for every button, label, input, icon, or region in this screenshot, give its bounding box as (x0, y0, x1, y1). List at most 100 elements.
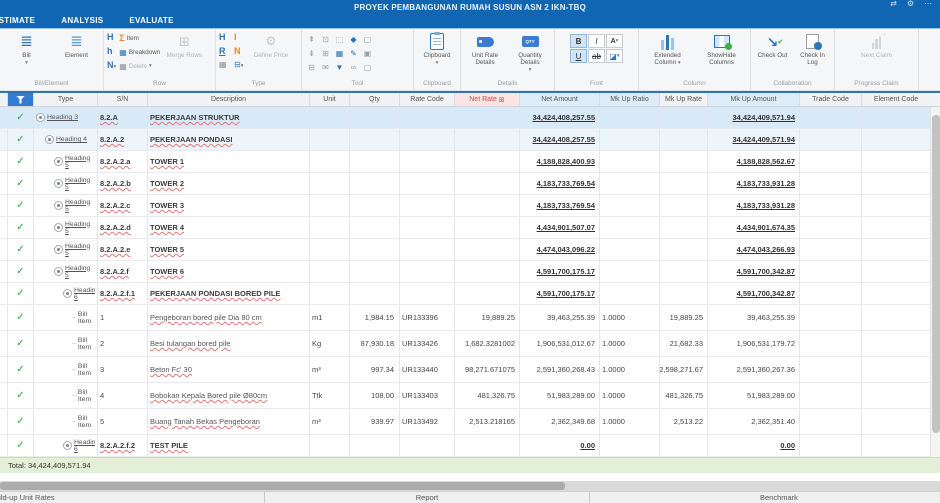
qty-cell[interactable] (350, 151, 400, 172)
net-amount-cell[interactable]: 51,983,289.00 (520, 383, 600, 408)
element-code-cell[interactable] (862, 283, 930, 304)
sn-cell[interactable]: 8.2.A.2.c (98, 195, 148, 216)
expand-icon[interactable] (63, 289, 72, 298)
table-row[interactable]: ✓ ‒ Bill Item 4 Bobokan Kepala Bored pil… (0, 383, 940, 409)
mkup-rate-cell[interactable] (660, 239, 708, 260)
qty-cell[interactable] (350, 173, 400, 194)
mkup-rate-cell[interactable] (660, 217, 708, 238)
net-amount-cell[interactable]: 4,591,700,175.17 (520, 261, 600, 282)
breakdown-button[interactable]: ▦Breakdown (119, 46, 160, 58)
trade-code-cell[interactable] (800, 331, 862, 356)
qty-cell[interactable]: 108.00 (350, 383, 400, 408)
mkup-rate-cell[interactable] (660, 261, 708, 282)
define-price-button[interactable]: ⚙ Define Price (251, 32, 291, 59)
unit-rate-details-button[interactable]: Unit Rate Details (464, 32, 506, 66)
sn-cell[interactable]: 8.2.A.2.b (98, 173, 148, 194)
unit-cell[interactable] (310, 173, 350, 194)
tool-box1-icon[interactable]: ⊡ (319, 33, 332, 46)
mkup-rate-cell[interactable] (660, 195, 708, 216)
mkup-rate-cell[interactable] (660, 107, 708, 128)
mkup-ratio-cell[interactable]: 1.0000 (600, 357, 660, 382)
next-claim-button[interactable]: Next Claim (856, 32, 898, 59)
type-cell[interactable]: ‒ Bill Item (34, 305, 98, 330)
expand-icon[interactable] (54, 179, 63, 188)
unit-cell[interactable] (310, 261, 350, 282)
net-rate-cell[interactable] (455, 283, 520, 304)
table-row[interactable]: ✓ ‒ Heading 5 8.2.A.2.b TOWER 2 4,183,73… (0, 173, 940, 195)
unit-cell[interactable]: Kg (310, 331, 350, 356)
type-cell[interactable]: ‒ Heading 5 (34, 261, 98, 282)
type-cell[interactable]: ‒ Heading 5 (34, 151, 98, 172)
mkup-ratio-cell[interactable] (600, 217, 660, 238)
sn-cell[interactable]: 1 (98, 305, 148, 330)
bill-button[interactable]: ≣ Bill▾ (6, 32, 48, 67)
description-cell[interactable]: TOWER 5 (148, 239, 310, 260)
mkup-amount-cell[interactable]: 2,362,351.40 (708, 409, 800, 434)
mkup-amount-cell[interactable]: 51,983,289.00 (708, 383, 800, 408)
qty-cell[interactable]: 87,930.18 (350, 331, 400, 356)
sn-cell[interactable]: 8.2.A.2.a (98, 151, 148, 172)
tab-benchmark[interactable]: Benchmark (590, 492, 940, 503)
sn-cell[interactable]: 8.2.A.2 (98, 129, 148, 150)
mkup-amount-cell[interactable]: 1,906,531,179.72 (708, 331, 800, 356)
type-window-icon[interactable]: ⊟▾ (234, 60, 248, 73)
row-check-cell[interactable]: ✓ (8, 383, 34, 408)
qty-cell[interactable] (350, 239, 400, 260)
mkup-amount-cell[interactable]: 39,463,255.39 (708, 305, 800, 330)
settings-icon[interactable]: ⚙ (907, 0, 914, 8)
unit-cell[interactable] (310, 435, 350, 456)
type-grid-icon[interactable]: ▦ (219, 60, 233, 73)
type-cell[interactable]: ‒ Bill Item (34, 409, 98, 434)
qty-cell[interactable] (350, 435, 400, 456)
unit-cell[interactable] (310, 107, 350, 128)
column-header-net-rate[interactable]: Net Rate⊞ (455, 93, 520, 106)
mkup-ratio-cell[interactable] (600, 435, 660, 456)
net-amount-cell[interactable]: 4,591,700,175.17 (520, 283, 600, 304)
description-cell[interactable]: TOWER 2 (148, 173, 310, 194)
rate-code-cell[interactable] (400, 195, 455, 216)
tool-box4-icon[interactable]: ⊞ (319, 47, 332, 60)
expand-icon[interactable] (45, 135, 54, 144)
net-amount-cell[interactable]: 4,183,733,769.54 (520, 173, 600, 194)
net-rate-cell[interactable]: 1,682.3281002 (455, 331, 520, 356)
rate-code-cell[interactable]: UR133440 (400, 357, 455, 382)
description-cell[interactable]: TOWER 6 (148, 261, 310, 282)
sn-cell[interactable]: 8.2.A.2.f (98, 261, 148, 282)
expand-icon[interactable] (63, 441, 72, 450)
column-header-trade-code[interactable]: Trade Code (800, 93, 862, 106)
merge-rows-button[interactable]: ⊞ Merge Rows (163, 32, 205, 59)
sn-cell[interactable]: 2 (98, 331, 148, 356)
rate-code-cell[interactable]: UR133492 (400, 409, 455, 434)
type-n-button[interactable]: N (234, 46, 248, 59)
delete-button[interactable]: ▦Delete▾ (119, 60, 160, 72)
row-h2-button[interactable]: h (107, 46, 116, 56)
vertical-scrollbar[interactable] (930, 107, 940, 457)
description-cell[interactable]: TEST PILE (148, 435, 310, 456)
description-cell[interactable]: Besi tulangan bored pile (148, 331, 310, 356)
expand-icon[interactable] (36, 113, 45, 122)
description-cell[interactable]: TOWER 3 (148, 195, 310, 216)
element-code-cell[interactable] (862, 217, 930, 238)
net-rate-cell[interactable] (455, 261, 520, 282)
description-cell[interactable]: Beton Fc' 30 (148, 357, 310, 382)
type-cell[interactable]: ‒ Heading 5 (34, 173, 98, 194)
type-cell[interactable]: ‒ Heading 5 (34, 217, 98, 238)
tool-grid-icon[interactable]: ▦ (333, 47, 346, 60)
expand-icon[interactable] (54, 245, 63, 254)
element-code-cell[interactable] (862, 383, 930, 408)
row-check-cell[interactable]: ✓ (8, 195, 34, 216)
description-cell[interactable]: Buang Tanah Bekas Pengeboran (148, 409, 310, 434)
qty-cell[interactable]: 997.34 (350, 357, 400, 382)
column-header-mkup-rate[interactable]: Mk Up Rate (660, 93, 708, 106)
description-cell[interactable]: TOWER 4 (148, 217, 310, 238)
check-in-log-button[interactable]: Check In Log (795, 32, 831, 66)
rate-code-cell[interactable]: UR133396 (400, 305, 455, 330)
column-header-rate-code[interactable]: Rate Code (400, 93, 455, 106)
sn-cell[interactable]: 5 (98, 409, 148, 434)
mkup-rate-cell[interactable] (660, 151, 708, 172)
element-code-cell[interactable] (862, 357, 930, 382)
mkup-amount-cell[interactable]: 4,474,043,266.93 (708, 239, 800, 260)
unit-cell[interactable] (310, 283, 350, 304)
mkup-ratio-cell[interactable]: 1.0000 (600, 331, 660, 356)
column-header-desc[interactable]: Description (148, 93, 310, 106)
